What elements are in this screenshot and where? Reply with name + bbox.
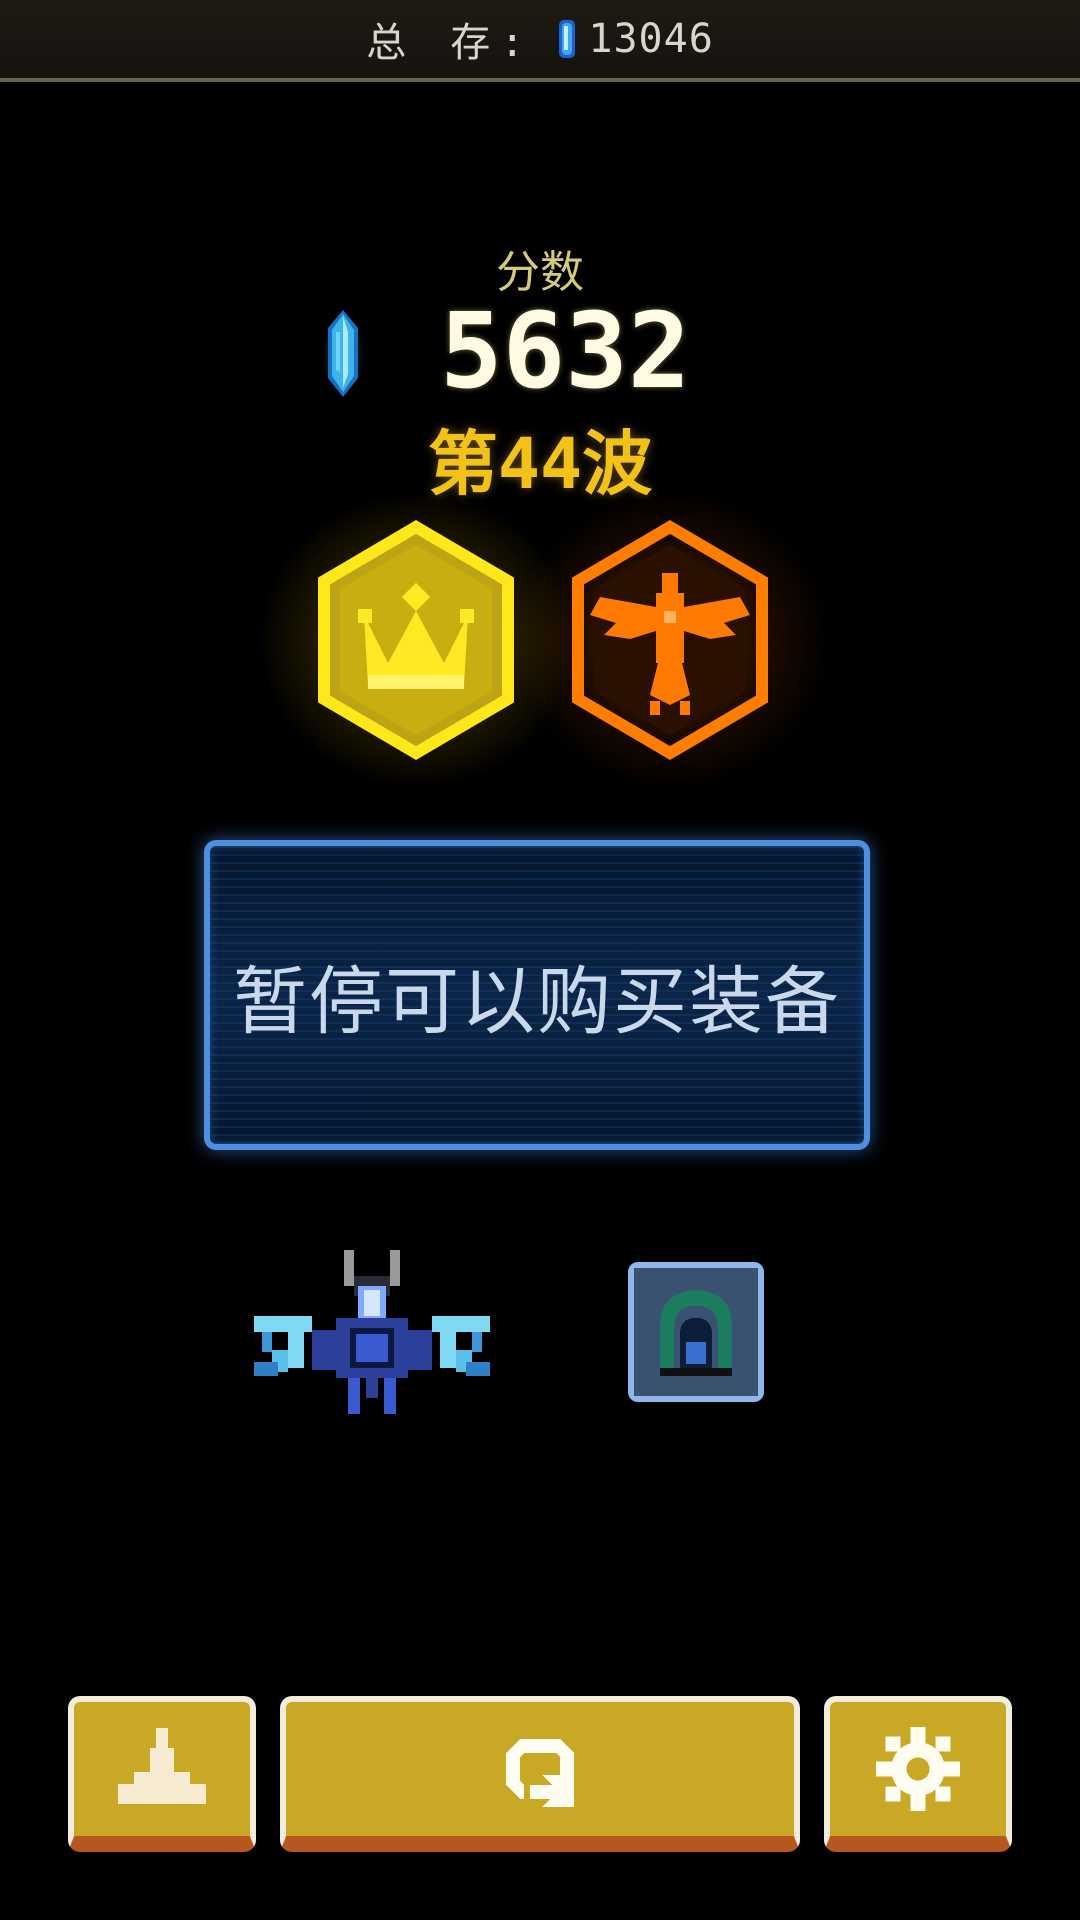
eagle-medal-icon	[572, 520, 768, 760]
crystal-gem-icon	[318, 308, 368, 400]
game-over-screen: 总 存: 13046 分数 5632 第44波 暂停可以购买装备	[0, 0, 1080, 1920]
ship-select-icon	[118, 1728, 206, 1804]
bank-total: 13046	[588, 16, 714, 62]
bank-bar: 总 存: 13046	[0, 0, 1080, 82]
settings-button[interactable]	[824, 1696, 1012, 1852]
crown-medal-icon	[318, 520, 514, 760]
notice-text: 暂停可以购买装备	[233, 958, 841, 1045]
score-row: 5632	[0, 296, 1080, 406]
wave-label: 第44波	[427, 423, 653, 505]
bank-label: 总 存:	[366, 20, 535, 66]
restart-button[interactable]	[280, 1696, 800, 1852]
equipment-slot[interactable]	[628, 1262, 764, 1402]
player-spaceship-icon	[254, 1250, 490, 1414]
ship-select-button[interactable]	[68, 1696, 256, 1852]
gear-icon	[875, 1726, 961, 1812]
shield-equipment-icon	[634, 1268, 758, 1396]
pause-shop-notice: 暂停可以购买装备	[204, 840, 870, 1150]
restart-icon	[506, 1739, 574, 1807]
crystal-gem-icon	[559, 20, 576, 58]
score-value: 5632	[440, 290, 691, 412]
